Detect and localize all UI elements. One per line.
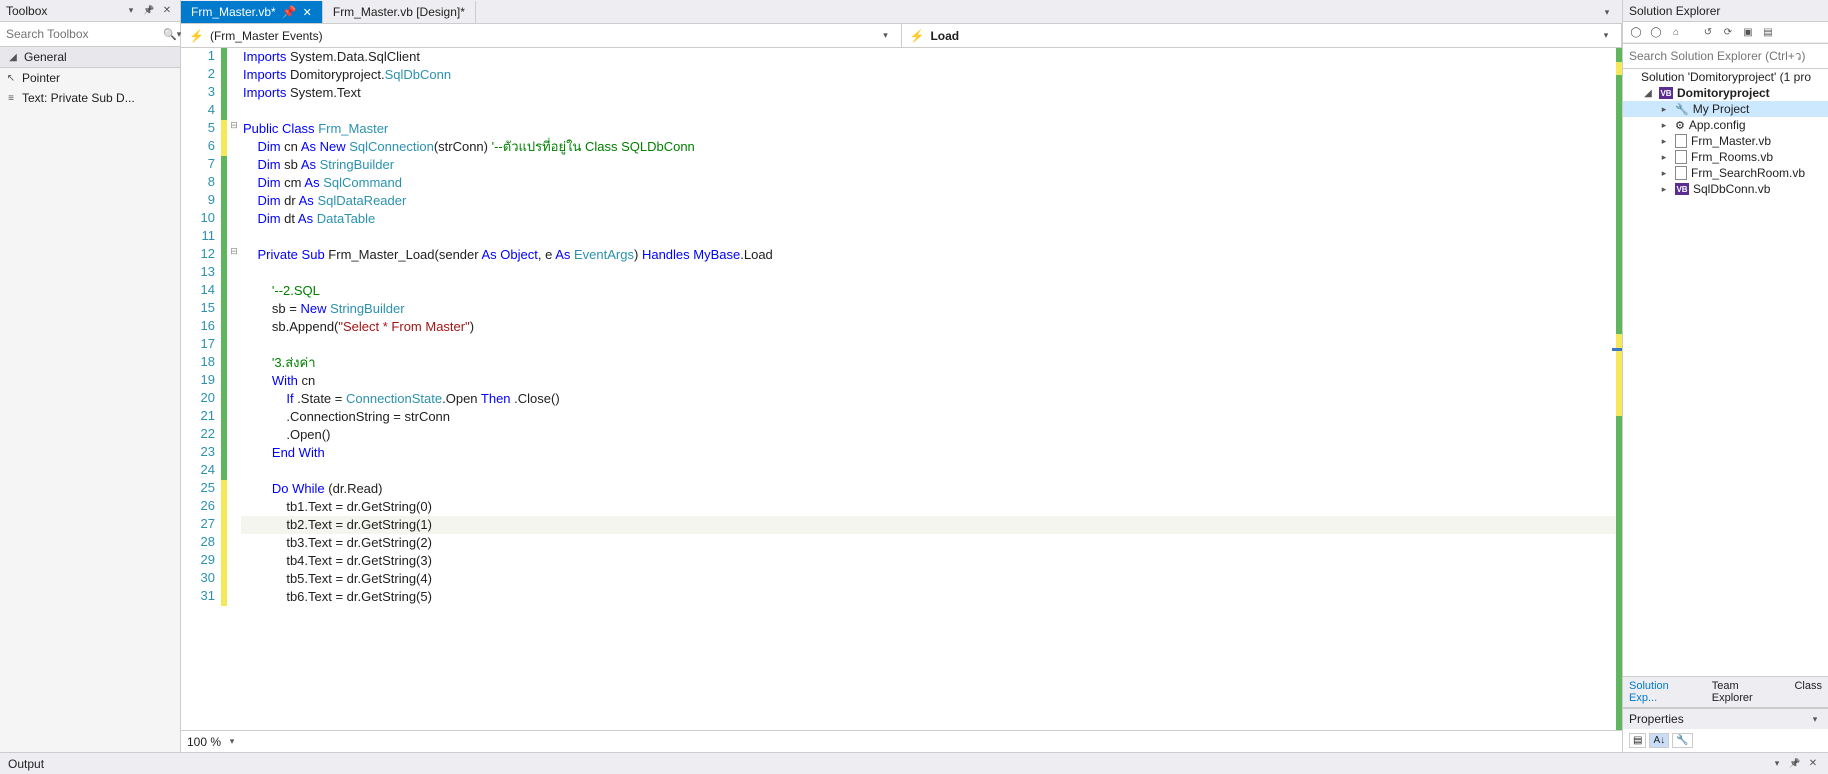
alphabetical-icon[interactable]: A↓: [1649, 733, 1669, 748]
categorized-icon[interactable]: ▤: [1629, 733, 1646, 748]
tab-class-view[interactable]: Class: [1788, 677, 1828, 707]
toolbox-menu-icon[interactable]: [124, 4, 138, 18]
tree-item[interactable]: VBSqlDbConn.vb: [1623, 181, 1828, 197]
code-editor[interactable]: 1234567891011121314151617181920212223242…: [181, 48, 1622, 730]
document-tab[interactable]: Frm_Master.vb [Design]*: [323, 1, 476, 23]
code-text[interactable]: Imports System.Data.SqlClientImports Dom…: [241, 48, 1622, 730]
expand-icon[interactable]: [1657, 182, 1671, 196]
fold-gutter[interactable]: ⊟⊟: [227, 48, 241, 730]
toolbox-item[interactable]: ≡Text: Private Sub D...: [0, 88, 180, 108]
vb-file-icon: VB: [1675, 183, 1689, 195]
expand-icon[interactable]: [1657, 166, 1671, 180]
chevron-down-icon: [225, 735, 239, 749]
config-icon: ⚙: [1675, 119, 1685, 132]
project-node[interactable]: ◢ VB Domitoryproject: [1623, 85, 1828, 101]
chevron-down-icon: [1599, 29, 1613, 43]
expand-icon[interactable]: [1657, 134, 1671, 148]
home-icon[interactable]: ⌂: [1669, 25, 1683, 39]
back-icon[interactable]: ◯: [1629, 25, 1643, 39]
tree-item[interactable]: ⚙App.config: [1623, 117, 1828, 133]
toolbox-title: Toolbox: [6, 4, 47, 18]
collapse-all-icon[interactable]: ▣: [1741, 25, 1755, 39]
sync-icon[interactable]: ↺: [1701, 25, 1715, 39]
vb-project-icon: VB: [1659, 87, 1673, 99]
tree-item[interactable]: Frm_SearchRoom.vb: [1623, 165, 1828, 181]
form-file-icon: [1675, 134, 1687, 148]
line-numbers: 1234567891011121314151617181920212223242…: [181, 48, 221, 730]
document-tabs: Frm_Master.vb*📌✕Frm_Master.vb [Design]*: [181, 0, 1622, 24]
forward-icon[interactable]: ◯: [1649, 25, 1663, 39]
pointer-icon: ↖: [4, 71, 18, 85]
nav-member-dropdown[interactable]: ⚡ Load: [902, 24, 1623, 47]
text-icon: ≡: [4, 91, 18, 105]
expand-icon[interactable]: [1657, 118, 1671, 132]
output-menu-icon[interactable]: [1770, 757, 1784, 771]
close-icon[interactable]: ✕: [303, 6, 312, 19]
search-icon[interactable]: [163, 27, 177, 41]
collapse-icon: ◢: [6, 50, 20, 64]
toolbox-search-input[interactable]: [4, 25, 163, 43]
tree-item[interactable]: Frm_Rooms.vb: [1623, 149, 1828, 165]
solution-tree[interactable]: Solution 'Domitoryproject' (1 pro ◢ VB D…: [1623, 69, 1828, 676]
toolbox-section-general[interactable]: ◢ General: [0, 47, 180, 68]
chevron-down-icon: [879, 29, 893, 43]
wrench-icon: 🔧: [1675, 103, 1689, 116]
properties-header: Properties: [1623, 709, 1828, 729]
tab-overflow-icon[interactable]: [1600, 5, 1614, 19]
solution-search-input[interactable]: [1627, 47, 1824, 65]
toolbox-panel: Toolbox ◢ General ↖Pointer≡Text: Private…: [0, 0, 181, 752]
document-tab[interactable]: Frm_Master.vb*📌✕: [181, 1, 323, 23]
pin-icon[interactable]: [142, 4, 156, 18]
zoom-control[interactable]: 100 %: [181, 730, 1622, 752]
output-panel-header[interactable]: Output: [0, 752, 1828, 774]
solution-search[interactable]: [1623, 43, 1828, 69]
tree-item[interactable]: Frm_Master.vb: [1623, 133, 1828, 149]
solution-explorer-toolbar: ◯ ◯ ⌂ ↺ ⟳ ▣ ▤: [1623, 22, 1828, 43]
refresh-icon[interactable]: ⟳: [1721, 25, 1735, 39]
right-panel-tabs: Solution Exp... Team Explorer Class: [1623, 676, 1828, 708]
tab-team-explorer[interactable]: Team Explorer: [1706, 677, 1789, 707]
wrench-icon[interactable]: 🔧: [1672, 733, 1692, 748]
nav-scope-dropdown[interactable]: ⚡ (Frm_Master Events): [181, 24, 902, 47]
toolbox-header: Toolbox: [0, 0, 180, 22]
expand-icon[interactable]: ◢: [1641, 86, 1655, 100]
expand-icon[interactable]: [1657, 150, 1671, 164]
solution-explorer-header: Solution Explorer: [1623, 0, 1828, 22]
properties-icon[interactable]: ▤: [1761, 25, 1775, 39]
tab-solution-explorer[interactable]: Solution Exp...: [1623, 677, 1706, 707]
solution-node[interactable]: Solution 'Domitoryproject' (1 pro: [1623, 69, 1828, 85]
editor-panel: Frm_Master.vb*📌✕Frm_Master.vb [Design]* …: [181, 0, 1622, 752]
lightning-icon: ⚡: [910, 29, 925, 43]
lightning-icon: ⚡: [189, 29, 204, 43]
properties-toolbar: ▤ A↓ 🔧: [1623, 729, 1828, 752]
close-icon[interactable]: [160, 4, 174, 18]
close-icon[interactable]: [1806, 757, 1820, 771]
form-file-icon: [1675, 166, 1687, 180]
solution-explorer-title: Solution Explorer: [1629, 4, 1720, 18]
navigation-bar: ⚡ (Frm_Master Events) ⚡ Load: [181, 24, 1622, 48]
tree-item[interactable]: 🔧My Project: [1623, 101, 1828, 117]
toolbox-search[interactable]: [0, 22, 180, 47]
right-panels: Solution Explorer ◯ ◯ ⌂ ↺ ⟳ ▣ ▤ Solution…: [1622, 0, 1828, 752]
properties-panel: Properties ▤ A↓ 🔧: [1623, 708, 1828, 752]
pin-icon[interactable]: [1788, 757, 1802, 771]
output-title: Output: [8, 757, 44, 771]
form-file-icon: [1675, 150, 1687, 164]
toolbox-item[interactable]: ↖Pointer: [0, 68, 180, 88]
properties-title: Properties: [1629, 712, 1684, 726]
chevron-down-icon[interactable]: [1808, 712, 1822, 726]
expand-icon[interactable]: [1657, 102, 1671, 116]
pin-icon[interactable]: 📌: [282, 5, 297, 19]
